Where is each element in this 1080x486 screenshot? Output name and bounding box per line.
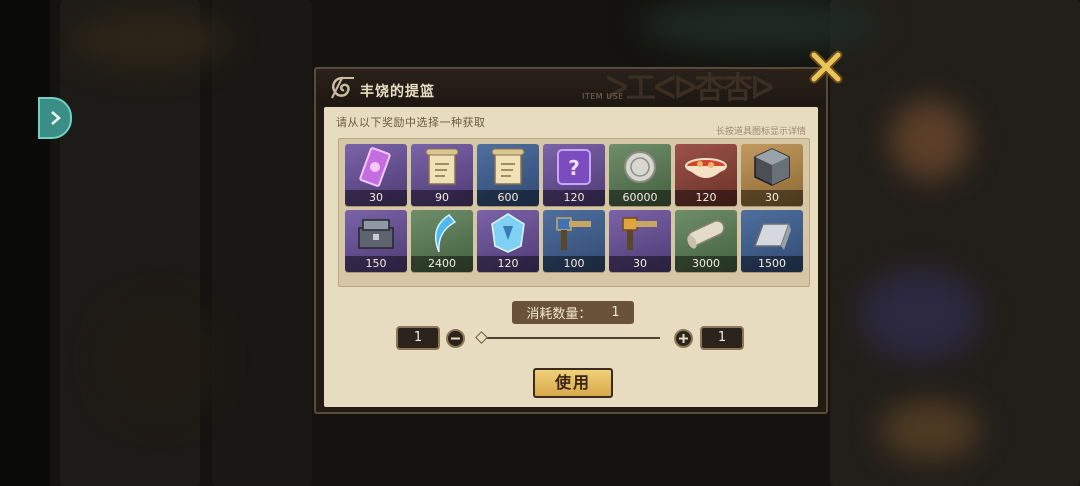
quantity-slider-track[interactable] xyxy=(484,337,660,339)
reward-item[interactable]: 30 xyxy=(609,210,671,272)
bg-blur xyxy=(70,10,230,70)
item-count: 150 xyxy=(345,256,407,272)
plus-icon xyxy=(679,334,688,343)
quantity-slider-thumb[interactable] xyxy=(475,331,488,344)
left-edge-bar xyxy=(0,0,50,486)
increase-button[interactable] xyxy=(674,329,693,348)
item-count: 100 xyxy=(543,256,605,272)
item-count: 2400 xyxy=(411,256,473,272)
silver-coin-icon xyxy=(624,151,656,183)
bg-panel xyxy=(212,0,312,486)
minus-icon xyxy=(451,337,460,340)
reward-item[interactable]: 100 xyxy=(543,210,605,272)
reward-item[interactable]: 600 xyxy=(477,144,539,206)
purple-ticket-icon xyxy=(359,147,391,187)
iron-chest-icon xyxy=(358,219,394,249)
swirl-emblem-icon xyxy=(331,76,354,99)
scroll-icon xyxy=(491,148,525,185)
decrease-button[interactable] xyxy=(446,329,465,348)
quantity-value: 1 xyxy=(611,305,620,320)
crystal-rune-icon xyxy=(491,213,525,253)
item-count: 30 xyxy=(345,190,407,206)
instruction-text: 请从以下奖励中选择一种获取 xyxy=(336,116,486,129)
bg-blur xyxy=(100,300,220,420)
hint-text: 长按道具图标显示详情 xyxy=(715,127,806,137)
reward-item[interactable]: 3000 xyxy=(675,210,737,272)
ramen-bowl-icon xyxy=(685,158,727,178)
reward-item[interactable]: 150 xyxy=(345,210,407,272)
max-quantity-box[interactable]: 1 xyxy=(700,326,744,350)
reward-item[interactable]: ? 120 xyxy=(543,144,605,206)
gold-hammer-icon xyxy=(622,217,657,250)
reward-item[interactable]: 30 xyxy=(741,144,803,206)
bg-blur xyxy=(640,0,880,50)
mystery-box-icon: ? xyxy=(557,149,591,185)
silver-ingot-icon xyxy=(753,223,791,250)
item-count: 600 xyxy=(477,190,539,206)
reward-item[interactable]: 2400 xyxy=(411,210,473,272)
item-count: 30 xyxy=(741,190,803,206)
quantity-label: 消耗数量： xyxy=(526,307,592,322)
reward-item[interactable]: 90 xyxy=(411,144,473,206)
crystal-shard-icon xyxy=(434,214,457,253)
item-count: 120 xyxy=(543,190,605,206)
use-button[interactable]: 使用 xyxy=(533,368,613,398)
paper-roll-icon xyxy=(687,220,725,249)
dialog-header: ᐳ工ᐸᐅ杏杏ᐅ 丰饶的提篮 ITEM USE xyxy=(316,69,826,106)
close-icon[interactable] xyxy=(806,47,846,87)
reward-item[interactable]: 120 xyxy=(675,144,737,206)
reward-item[interactable]: 30 xyxy=(345,144,407,206)
item-count: 3000 xyxy=(675,256,737,272)
item-count: 60000 xyxy=(609,190,671,206)
reward-item[interactable]: 120 xyxy=(477,210,539,272)
item-use-tag: ITEM USE xyxy=(582,92,624,101)
header-decoration: ᐳ工ᐸᐅ杏杏ᐅ xyxy=(606,71,774,106)
dialog-title: 丰饶的提篮 xyxy=(360,84,435,100)
dialog-body: 请从以下奖励中选择一种获取 长按道具图标显示详情 30 90 600 ? 120… xyxy=(324,107,818,407)
item-count: 1500 xyxy=(741,256,803,272)
blue-hammer-icon xyxy=(556,217,591,250)
min-quantity-box[interactable]: 1 xyxy=(396,326,440,350)
bg-blur xyxy=(880,400,980,460)
scroll-icon xyxy=(425,148,459,185)
reward-item[interactable]: 60000 xyxy=(609,144,671,206)
bg-blur xyxy=(890,100,970,180)
item-count: 120 xyxy=(675,190,737,206)
item-count: 120 xyxy=(477,256,539,272)
item-count: 90 xyxy=(411,190,473,206)
item-use-dialog: ᐳ工ᐸᐅ杏杏ᐅ 丰饶的提篮 ITEM USE 请从以下奖励中选择一种获取 长按道… xyxy=(314,67,828,414)
chevron-right-icon xyxy=(51,111,61,125)
quantity-display: 消耗数量： 1 xyxy=(512,301,634,324)
svg-text:?: ? xyxy=(568,156,580,180)
item-count: 30 xyxy=(609,256,671,272)
bg-blur xyxy=(860,270,980,360)
ore-cube-icon xyxy=(754,148,790,186)
reward-item[interactable]: 1500 xyxy=(741,210,803,272)
reward-grid: 30 90 600 ? 120 60000 120 30 150 2400 12… xyxy=(338,138,810,287)
